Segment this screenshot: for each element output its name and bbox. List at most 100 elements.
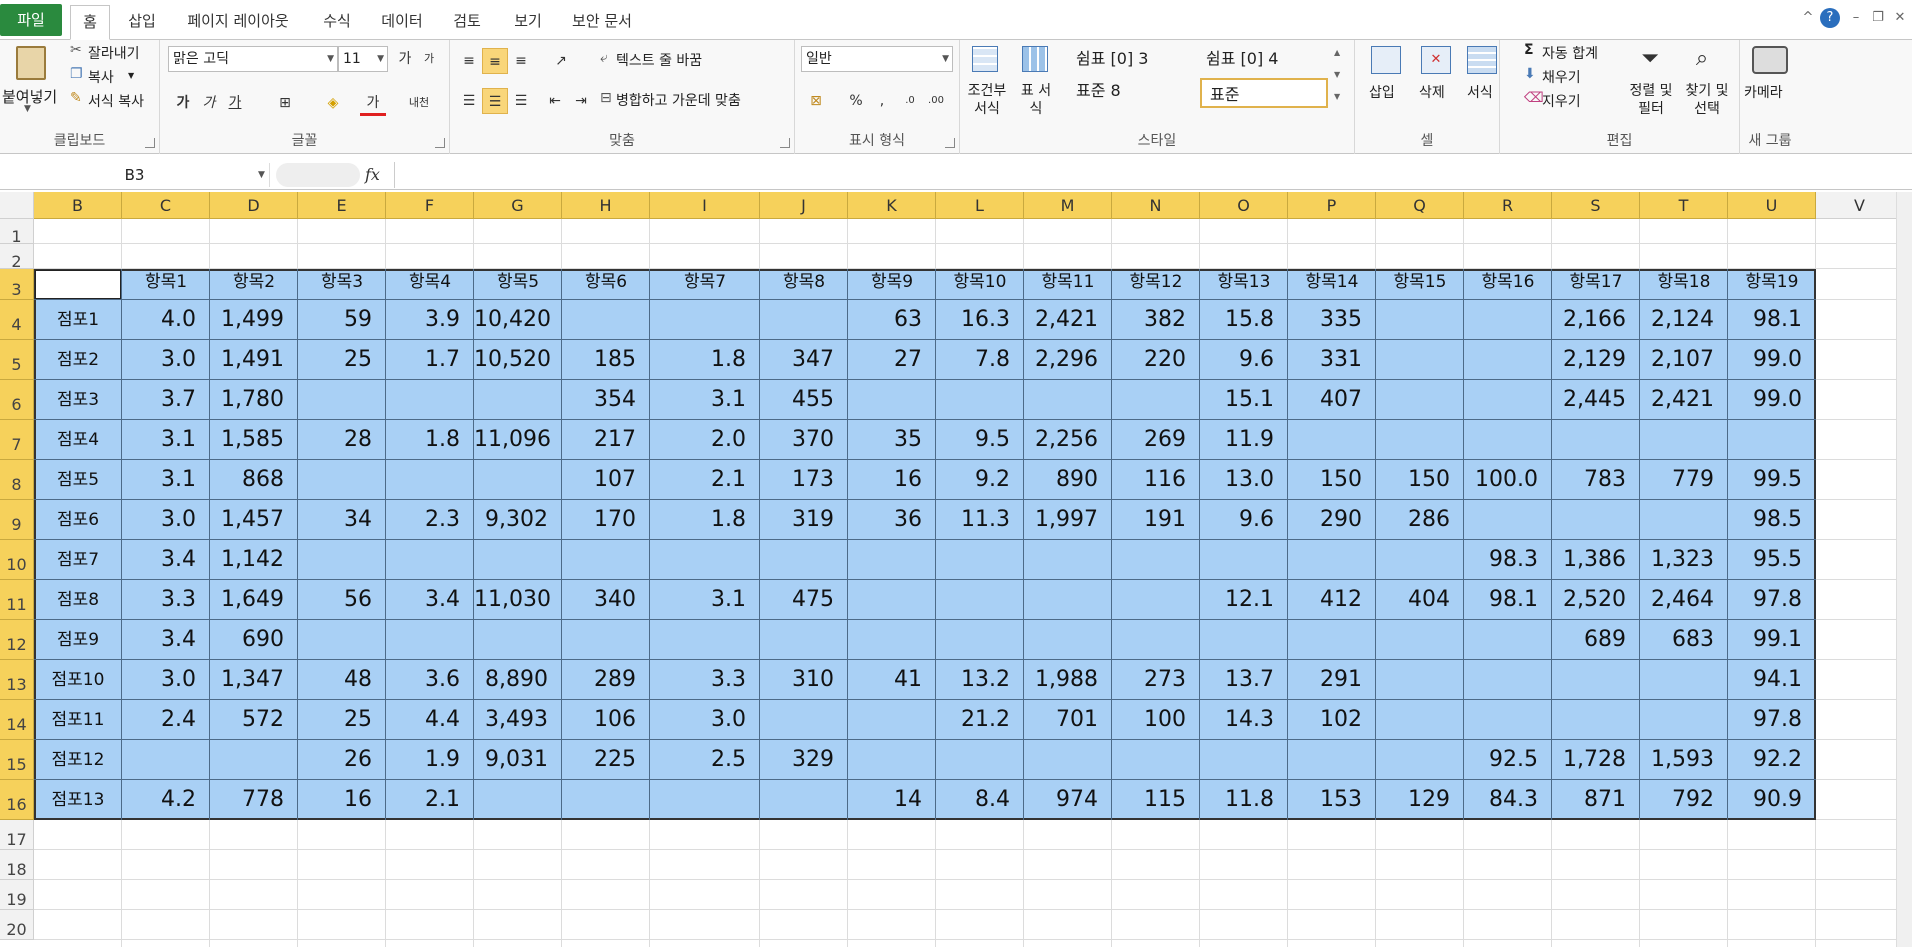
table-header-cell[interactable]: 항목9 xyxy=(848,269,936,300)
row-label-cell[interactable]: 점포4 xyxy=(34,420,122,460)
close-icon[interactable]: ✕ xyxy=(1890,8,1910,28)
table-cell[interactable] xyxy=(474,620,562,660)
table-cell[interactable]: 129 xyxy=(1376,780,1464,820)
table-cell[interactable]: 9.2 xyxy=(936,460,1024,500)
table-cell[interactable] xyxy=(1024,740,1112,780)
table-cell[interactable]: 347 xyxy=(760,340,848,380)
table-cell[interactable] xyxy=(1464,660,1552,700)
table-cell[interactable] xyxy=(298,620,386,660)
table-cell[interactable]: 25 xyxy=(298,340,386,380)
align-center-icon[interactable]: ☰ xyxy=(482,88,508,114)
table-cell[interactable] xyxy=(474,380,562,420)
table-cell[interactable]: 92.2 xyxy=(1728,740,1816,780)
help-icon[interactable]: ? xyxy=(1820,8,1840,28)
column-header-H[interactable]: H xyxy=(562,192,650,219)
delete-cells-button[interactable]: 삭제 xyxy=(1419,82,1445,102)
table-cell[interactable] xyxy=(760,620,848,660)
clear-button[interactable]: 지우기 xyxy=(1542,91,1581,111)
table-cell[interactable]: 98.1 xyxy=(1464,580,1552,620)
format-cells-button[interactable]: 서식 xyxy=(1467,82,1493,102)
table-cell[interactable] xyxy=(1024,540,1112,580)
tab-1[interactable]: 홈 xyxy=(70,5,110,40)
fill-button[interactable]: 채우기 xyxy=(1542,67,1581,87)
fill-color-icon[interactable]: ◈ xyxy=(320,90,346,116)
table-cell[interactable]: 92.5 xyxy=(1464,740,1552,780)
align-left-icon[interactable]: ☰ xyxy=(456,88,482,114)
table-cell[interactable]: 792 xyxy=(1640,780,1728,820)
scroll-down-icon[interactable]: ▼ xyxy=(1334,70,1340,79)
table-cell[interactable]: 2,421 xyxy=(1640,380,1728,420)
table-cell[interactable] xyxy=(936,380,1024,420)
table-cell[interactable] xyxy=(1640,420,1728,460)
table-cell[interactable]: 16.3 xyxy=(936,300,1024,340)
table-cell[interactable] xyxy=(1464,380,1552,420)
table-cell[interactable] xyxy=(848,620,936,660)
paste-icon[interactable] xyxy=(16,46,46,80)
table-cell[interactable]: 106 xyxy=(562,700,650,740)
row-label-cell[interactable]: 점포7 xyxy=(34,540,122,580)
table-cell[interactable] xyxy=(1376,620,1464,660)
number-launcher-icon[interactable] xyxy=(945,138,955,148)
table-cell[interactable]: 2.5 xyxy=(650,740,760,780)
style-normal-8[interactable]: 표준 8 xyxy=(1068,76,1198,106)
table-cell[interactable]: 35 xyxy=(848,420,936,460)
column-header-K[interactable]: K xyxy=(848,192,936,219)
row-header-13[interactable]: 13 xyxy=(0,660,34,700)
table-cell[interactable] xyxy=(1288,420,1376,460)
table-cell[interactable]: 90.9 xyxy=(1728,780,1816,820)
table-header-cell[interactable]: 항목12 xyxy=(1112,269,1200,300)
table-cell[interactable]: 8,890 xyxy=(474,660,562,700)
table-cell[interactable] xyxy=(848,580,936,620)
table-cell[interactable]: 3.0 xyxy=(122,660,210,700)
table-cell[interactable]: 115 xyxy=(1112,780,1200,820)
percent-button[interactable]: % xyxy=(843,88,869,114)
font-launcher-icon[interactable] xyxy=(435,138,445,148)
table-cell[interactable] xyxy=(1376,420,1464,460)
table-cell[interactable]: 173 xyxy=(760,460,848,500)
insert-function-icon[interactable]: fx xyxy=(365,163,389,187)
table-cell[interactable]: 59 xyxy=(298,300,386,340)
row-header-6[interactable]: 6 xyxy=(0,380,34,420)
table-cell[interactable]: 1,457 xyxy=(210,500,298,540)
table-cell[interactable]: 273 xyxy=(1112,660,1200,700)
increase-decimal-icon[interactable]: .0 xyxy=(897,88,923,114)
row-label-cell[interactable]: 점포12 xyxy=(34,740,122,780)
italic-button[interactable]: 가 xyxy=(196,90,222,116)
table-cell[interactable] xyxy=(1200,620,1288,660)
increase-indent-icon[interactable]: ⇥ xyxy=(568,88,594,114)
table-cell[interactable]: 116 xyxy=(1112,460,1200,500)
scroll-up-icon[interactable]: ▲ xyxy=(1334,48,1340,57)
table-cell[interactable]: 779 xyxy=(1640,460,1728,500)
table-cell[interactable]: 95.5 xyxy=(1728,540,1816,580)
column-header-F[interactable]: F xyxy=(386,192,474,219)
row-header-20[interactable]: 20 xyxy=(0,910,34,940)
table-cell[interactable] xyxy=(1640,700,1728,740)
table-cell[interactable]: 689 xyxy=(1552,620,1640,660)
table-cell[interactable]: 1,323 xyxy=(1640,540,1728,580)
table-cell[interactable]: 289 xyxy=(562,660,650,700)
column-header-U[interactable]: U xyxy=(1728,192,1816,219)
table-cell[interactable]: 153 xyxy=(1288,780,1376,820)
table-cell[interactable]: 2,464 xyxy=(1640,580,1728,620)
row-header-17[interactable]: 17 xyxy=(0,820,34,850)
column-header-Q[interactable]: Q xyxy=(1376,192,1464,219)
row-label-cell[interactable]: 점포9 xyxy=(34,620,122,660)
table-cell[interactable]: 12.1 xyxy=(1200,580,1288,620)
column-header-L[interactable]: L xyxy=(936,192,1024,219)
table-cell[interactable]: 3.3 xyxy=(650,660,760,700)
table-cell[interactable]: 269 xyxy=(1112,420,1200,460)
table-cell[interactable] xyxy=(474,780,562,820)
table-cell[interactable]: 690 xyxy=(210,620,298,660)
row-header-5[interactable]: 5 xyxy=(0,340,34,380)
table-cell[interactable] xyxy=(1464,420,1552,460)
table-cell[interactable]: 9,302 xyxy=(474,500,562,540)
table-cell[interactable]: 3.4 xyxy=(122,540,210,580)
table-cell[interactable] xyxy=(1112,380,1200,420)
row-header-14[interactable]: 14 xyxy=(0,700,34,740)
table-cell[interactable]: 4.0 xyxy=(122,300,210,340)
table-cell[interactable]: 3.3 xyxy=(122,580,210,620)
table-cell[interactable] xyxy=(848,540,936,580)
style-comma0-3[interactable]: 쉼표 [0] 3 xyxy=(1068,44,1198,74)
table-header-cell[interactable]: 항목3 xyxy=(298,269,386,300)
tab-8[interactable]: 보안 문서 xyxy=(562,5,642,39)
